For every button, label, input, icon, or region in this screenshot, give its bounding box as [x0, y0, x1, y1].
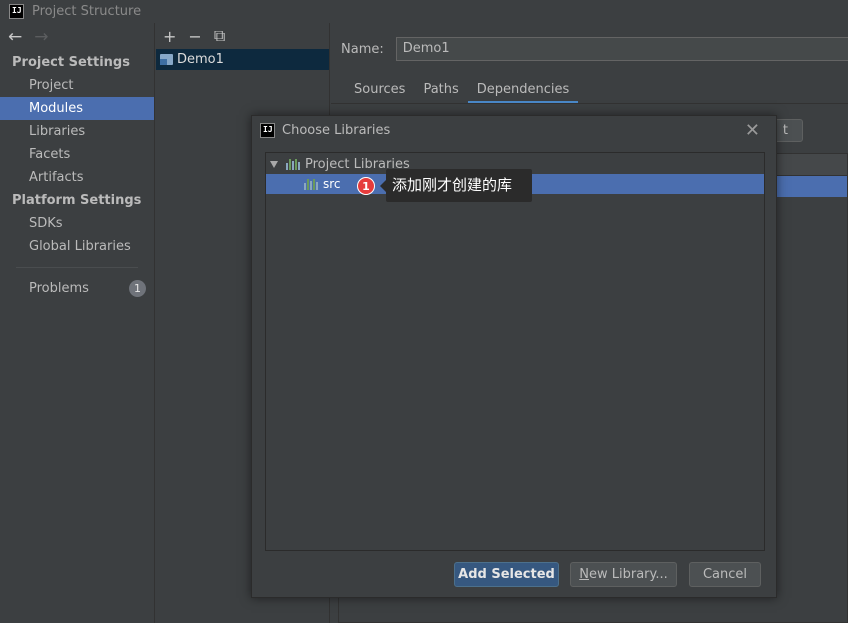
sidebar-item-artifacts[interactable]: Artifacts	[0, 166, 154, 189]
expand-arrow-icon[interactable]	[270, 160, 278, 168]
sidebar-item-problems[interactable]: Problems 1	[0, 277, 154, 300]
title-bar: IJ Project Structure	[0, 0, 848, 23]
tabs-underline	[331, 103, 848, 104]
sidebar-item-modules[interactable]: Modules	[0, 97, 154, 120]
annotation-step-badge: 1	[357, 177, 375, 195]
intellij-logo-icon: IJ	[9, 4, 24, 19]
library-tree: Project Libraries src	[265, 152, 765, 551]
sidebar-item-global-libraries[interactable]: Global Libraries	[0, 235, 154, 258]
module-tabs: Sources Paths Dependencies	[345, 78, 579, 104]
window-title: Project Structure	[32, 4, 142, 19]
copy-icon[interactable]: ⧉	[214, 26, 225, 46]
problems-label: Problems	[29, 281, 89, 296]
close-icon[interactable]: ✕	[745, 120, 760, 141]
tab-sources[interactable]: Sources	[345, 78, 414, 104]
name-label: Name:	[341, 41, 384, 57]
dialog-title: Choose Libraries	[282, 123, 391, 138]
sidebar-divider	[16, 267, 138, 268]
new-library-button[interactable]: New Library...	[570, 562, 677, 587]
tab-dependencies[interactable]: Dependencies	[467, 78, 579, 104]
module-name-field[interactable]: Demo1	[395, 37, 848, 61]
sidebar-item-libraries[interactable]: Libraries	[0, 120, 154, 143]
tab-paths[interactable]: Paths	[414, 78, 467, 104]
mnemonic-letter: N	[579, 567, 589, 582]
cancel-button[interactable]: Cancel	[689, 562, 761, 587]
problems-count-badge: 1	[129, 280, 146, 297]
module-list-item[interactable]: Demo1	[156, 49, 329, 70]
dialog-title-bar: IJ Choose Libraries	[252, 116, 776, 145]
remove-icon[interactable]: −	[188, 27, 201, 46]
settings-sidebar: ← → Project Settings Project Modules Lib…	[0, 23, 155, 623]
module-name: Demo1	[177, 52, 224, 67]
sidebar-item-sdks[interactable]: SDKs	[0, 212, 154, 235]
section-header-platform-settings: Platform Settings	[12, 193, 142, 208]
history-navigation: ← →	[0, 23, 154, 51]
sidebar-item-facets[interactable]: Facets	[0, 143, 154, 166]
module-toolbar: + − ⧉	[156, 23, 329, 49]
library-icon	[286, 158, 300, 170]
annotation-tooltip: 添加刚才创建的库	[380, 169, 532, 202]
button-label: ew Library...	[588, 567, 668, 582]
intellij-logo-icon: IJ	[260, 123, 275, 138]
sidebar-item-project[interactable]: Project	[0, 74, 154, 97]
add-icon[interactable]: +	[163, 27, 176, 46]
forward-arrow-icon[interactable]: →	[34, 27, 48, 47]
section-header-project-settings: Project Settings	[12, 55, 130, 70]
back-arrow-icon[interactable]: ←	[8, 27, 22, 47]
add-selected-button[interactable]: Add Selected	[454, 562, 559, 587]
tree-node-label: src	[323, 177, 341, 191]
module-name-row: Name: Demo1	[341, 37, 848, 61]
module-folder-icon	[160, 54, 173, 65]
library-icon	[304, 178, 318, 190]
